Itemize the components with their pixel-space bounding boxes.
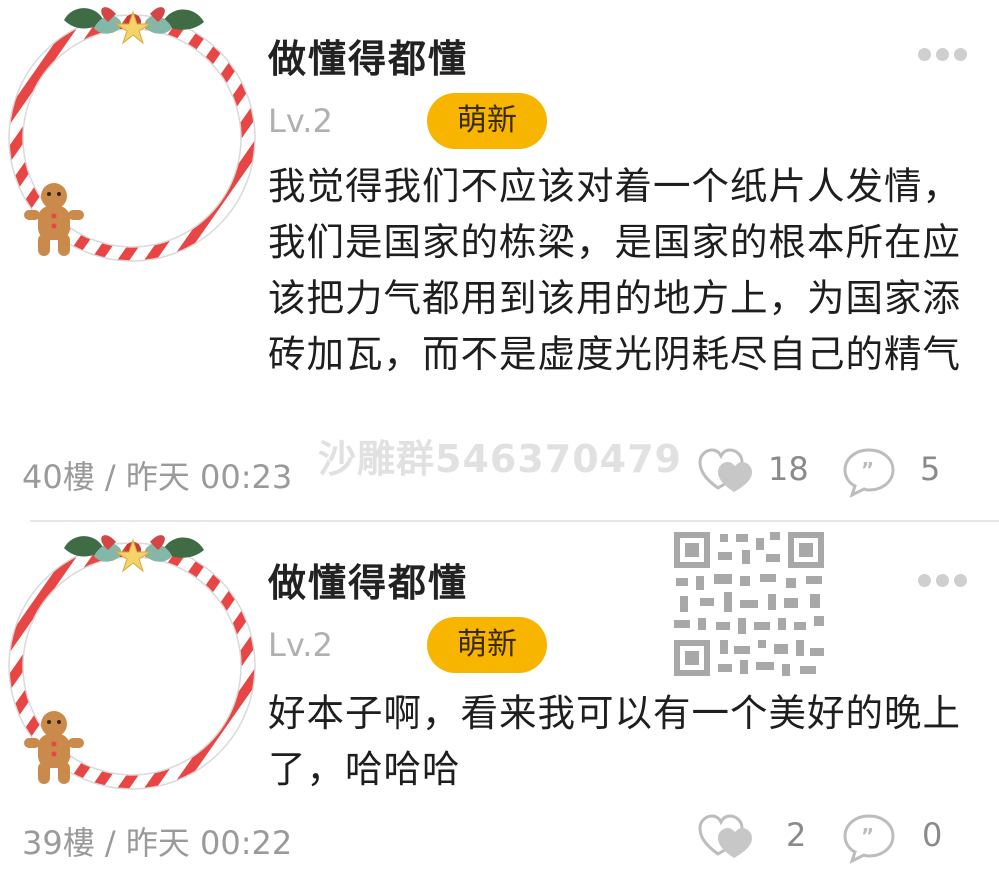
comment-count: 0 [922, 816, 943, 854]
heart-like-icon[interactable] [698, 814, 754, 860]
reply-content: 我觉得我们不应该对着一个纸片人发情，我们是国家的栋梁，是国家的根本所在应该把力气… [268, 164, 961, 376]
reply-content: 好本子啊，看来我可以有一个美好的晚上了，哈哈哈 [268, 691, 961, 791]
like-count: 18 [768, 450, 809, 488]
more-dots-icon[interactable] [918, 48, 967, 61]
floor-and-time: 39樓 / 昨天 00:22 [22, 824, 293, 862]
reply-post: 做懂得都懂 Lv.2 萌新 好本子啊，看来我可以有一个美好的晚上了，哈哈哈 39… [0, 522, 999, 882]
qr-code-image [670, 528, 828, 680]
comment-count: 5 [920, 450, 941, 488]
floor-and-time: 40樓 / 昨天 00:23 [22, 458, 293, 496]
comment-bubble-icon[interactable]: ” [842, 812, 896, 864]
more-dots-icon[interactable] [918, 574, 967, 587]
username[interactable]: 做懂得都懂 [268, 552, 468, 607]
user-badge: 萌新 [427, 617, 547, 673]
like-count: 2 [786, 816, 807, 854]
reply-stats: 2 ” 0 [698, 812, 988, 864]
christmas-wreath-icon [8, 535, 256, 790]
username[interactable]: 做懂得都懂 [268, 28, 468, 83]
user-level: Lv.2 [268, 626, 333, 664]
christmas-wreath-icon [8, 7, 256, 262]
user-badge: 萌新 [427, 93, 547, 149]
user-level: Lv.2 [268, 102, 333, 140]
reply-stats: 18 ” 5 [698, 446, 988, 498]
svg-text:”: ” [861, 458, 874, 482]
watermark-text: 沙雕群546370479 [318, 437, 682, 481]
heart-like-icon[interactable] [698, 448, 754, 494]
svg-text:”: ” [861, 824, 874, 848]
user-avatar[interactable] [4, 528, 264, 798]
comment-bubble-icon[interactable]: ” [842, 446, 896, 498]
user-avatar[interactable] [4, 0, 264, 270]
